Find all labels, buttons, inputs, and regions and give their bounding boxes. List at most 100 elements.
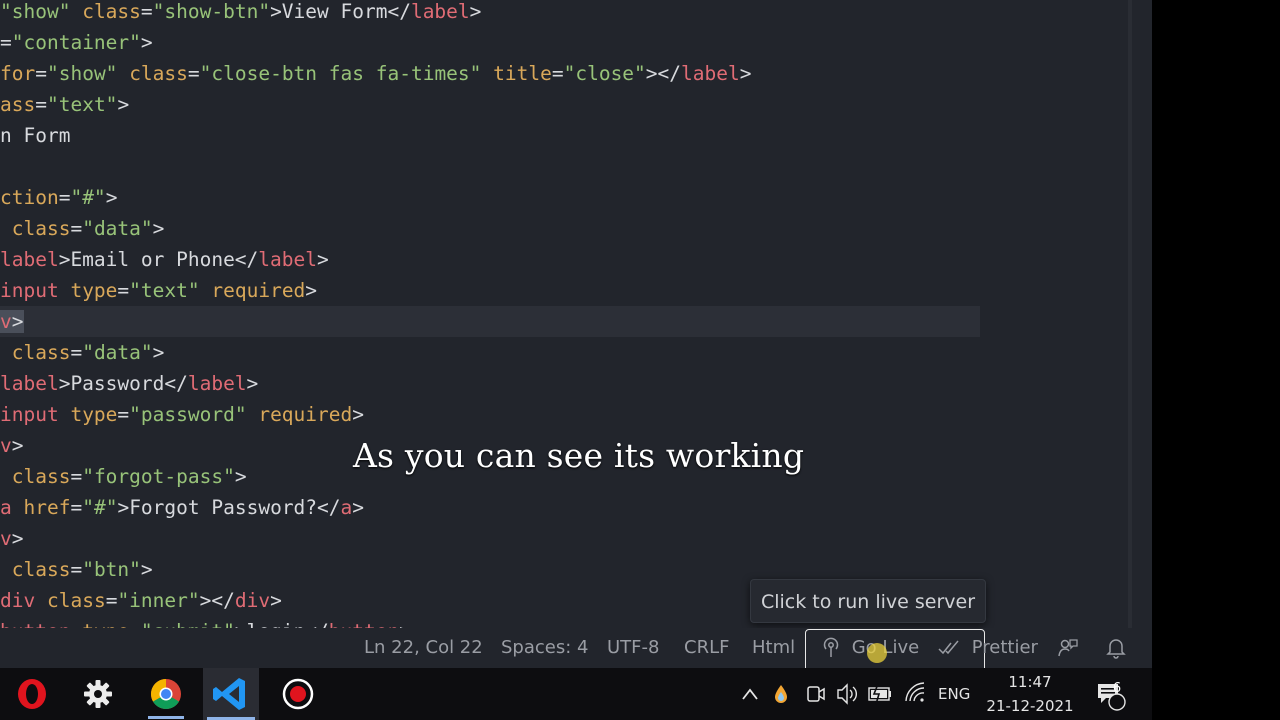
code-token: > bbox=[152, 341, 165, 364]
code-token: class bbox=[11, 341, 71, 364]
code-line[interactable]: v> bbox=[0, 523, 24, 554]
indentation-setting[interactable]: Spaces: 4 bbox=[501, 628, 588, 668]
code-line[interactable]: a href="#">Forgot Password?</a> bbox=[0, 492, 364, 523]
code-token: "submit" bbox=[141, 620, 235, 628]
code-token: = bbox=[35, 93, 47, 116]
code-line[interactable]: ass="text"> bbox=[0, 89, 129, 120]
code-token: "data" bbox=[82, 341, 153, 364]
code-line[interactable]: ction="#"> bbox=[0, 182, 117, 213]
code-line[interactable]: v> bbox=[0, 430, 24, 461]
code-line[interactable]: for="show" class="close-btn fas fa-times… bbox=[0, 58, 751, 89]
code-line[interactable]: class="btn"> bbox=[0, 554, 153, 585]
editor-scrollbar[interactable] bbox=[1128, 0, 1132, 628]
code-token: >Email or Phone</ bbox=[58, 248, 259, 271]
eol-setting[interactable]: CRLF bbox=[684, 628, 729, 668]
code-token: > bbox=[352, 496, 365, 519]
code-line[interactable]: "show" class="show-btn">View Form</label… bbox=[0, 0, 481, 27]
taskbar-opera[interactable] bbox=[4, 668, 60, 720]
code-token: = bbox=[70, 341, 83, 364]
code-line[interactable]: label>Password</label> bbox=[0, 368, 258, 399]
code-token: "close" bbox=[563, 62, 646, 85]
code-token: > bbox=[739, 62, 752, 85]
code-line[interactable]: ="container"> bbox=[0, 27, 153, 58]
vscode-icon bbox=[207, 678, 255, 720]
code-token: type bbox=[82, 620, 129, 628]
code-token: button bbox=[0, 620, 70, 628]
taskbar-settings[interactable] bbox=[70, 668, 126, 720]
tray-overflow[interactable] bbox=[740, 668, 760, 720]
code-token: ></ bbox=[645, 62, 682, 85]
droplet-icon bbox=[775, 685, 787, 703]
taskbar-vscode[interactable] bbox=[203, 668, 259, 720]
system-clock[interactable]: 11:47 21-12-2021 bbox=[980, 668, 1080, 720]
code-editor[interactable]: "show" class="show-btn">View Form</label… bbox=[0, 0, 1152, 628]
code-line[interactable]: n Form bbox=[0, 120, 70, 151]
code-token: "data" bbox=[82, 217, 153, 240]
code-line[interactable]: v> bbox=[0, 306, 980, 337]
code-token: type bbox=[70, 403, 118, 426]
prettier-button[interactable]: Prettier bbox=[938, 628, 1038, 668]
code-token: > bbox=[140, 558, 153, 581]
code-line[interactable]: div class="inner"></div> bbox=[0, 585, 282, 616]
code-token: class bbox=[46, 589, 106, 612]
right-black-bar bbox=[1152, 0, 1280, 720]
code-token: v bbox=[0, 434, 12, 457]
code-token: a bbox=[0, 496, 12, 519]
code-line[interactable]: input type="password" required> bbox=[0, 399, 364, 430]
code-token: label bbox=[258, 248, 317, 271]
code-token: = bbox=[70, 465, 83, 488]
language-mode[interactable]: Html bbox=[752, 628, 795, 668]
tray-camera[interactable] bbox=[806, 668, 826, 720]
code-token: > bbox=[352, 403, 364, 426]
code-token: > bbox=[469, 0, 482, 23]
code-token: > bbox=[11, 527, 24, 550]
input-language[interactable]: ENG bbox=[938, 668, 970, 720]
code-token: "btn" bbox=[82, 558, 141, 581]
code-token: class bbox=[11, 465, 71, 488]
code-token: for bbox=[0, 62, 36, 85]
code-token: > bbox=[11, 310, 24, 333]
code-token: "#" bbox=[82, 496, 118, 519]
code-line[interactable]: class="data"> bbox=[0, 337, 165, 368]
code-token: "show" bbox=[46, 62, 118, 85]
code-line[interactable]: input type="text" required> bbox=[0, 275, 317, 306]
code-line[interactable]: label>Email or Phone</label> bbox=[0, 244, 329, 275]
action-center[interactable]: 6 bbox=[1096, 668, 1126, 720]
code-line[interactable]: class="data"> bbox=[0, 213, 165, 244]
feedback-button[interactable] bbox=[1057, 628, 1079, 668]
code-token: class bbox=[11, 558, 71, 581]
notifications-button[interactable] bbox=[1106, 628, 1126, 668]
taskbar-recorder[interactable] bbox=[270, 668, 326, 720]
code-token: n Form bbox=[0, 124, 71, 147]
camera-icon bbox=[807, 686, 825, 702]
code-token: > bbox=[105, 186, 118, 209]
tray-wifi[interactable] bbox=[904, 668, 926, 720]
tray-battery[interactable] bbox=[868, 668, 892, 720]
encoding-setting[interactable]: UTF-8 bbox=[607, 628, 659, 668]
code-line[interactable]: class="forgot-pass"> bbox=[0, 461, 247, 492]
code-token: required bbox=[211, 279, 306, 302]
code-token: = bbox=[129, 620, 141, 628]
code-token: "close-btn fas fa-times" bbox=[199, 62, 482, 85]
gear-icon bbox=[84, 680, 112, 708]
cursor-position[interactable]: Ln 22, Col 22 bbox=[364, 628, 483, 668]
tray-volume[interactable] bbox=[836, 668, 858, 720]
taskbar-chrome[interactable] bbox=[138, 668, 194, 720]
code-token: "forgot-pass" bbox=[82, 465, 235, 488]
bell-icon bbox=[1106, 639, 1126, 659]
clock-date: 21-12-2021 bbox=[986, 697, 1074, 715]
code-line[interactable]: button type="submit">login</button> bbox=[0, 616, 411, 628]
code-token: >Forgot Password?</ bbox=[117, 496, 341, 519]
code-token: "show-btn" bbox=[152, 0, 271, 23]
code-token: = bbox=[187, 62, 200, 85]
code-token: class bbox=[11, 217, 71, 240]
tray-drop[interactable] bbox=[772, 668, 790, 720]
broadcast-icon bbox=[823, 637, 839, 657]
code-token: = bbox=[117, 279, 130, 302]
code-token: v bbox=[0, 310, 12, 333]
